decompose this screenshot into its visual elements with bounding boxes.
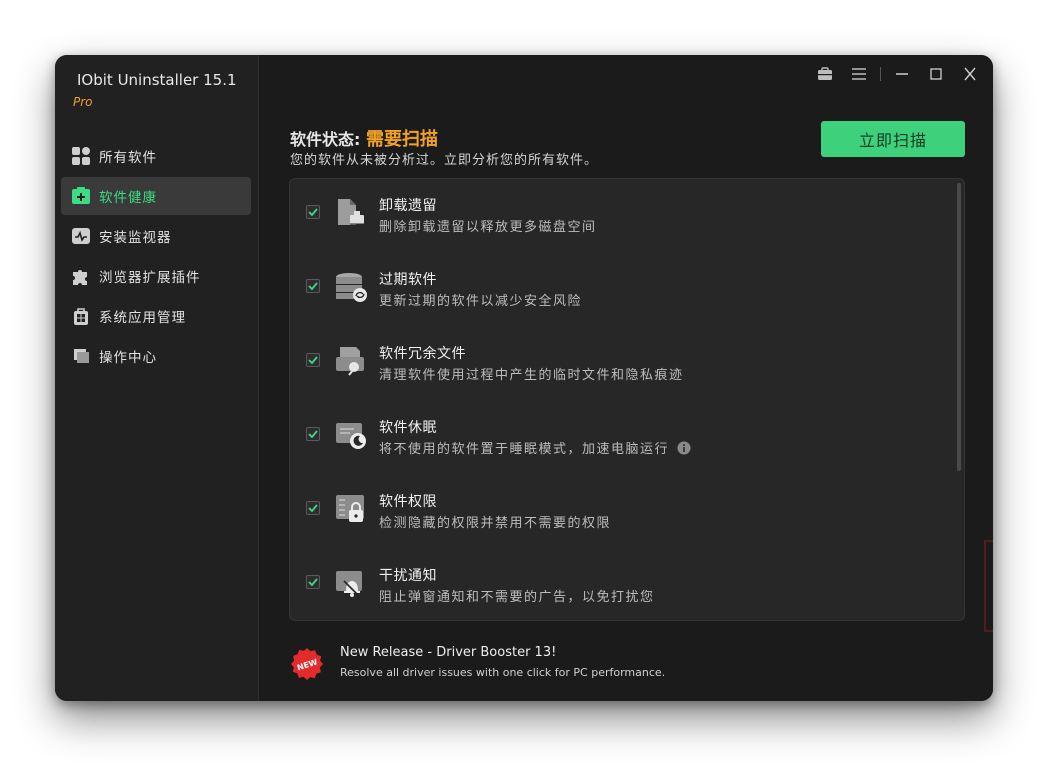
item-description: 检测隐藏的权限并禁用不需要的权限 (379, 516, 612, 531)
item-description-text: 将不使用的软件置于睡眠模式，加速电脑运行 (379, 442, 670, 457)
list-item[interactable]: 软件休眠 将不使用的软件置于睡眠模式，加速电脑运行 (290, 401, 950, 475)
list-item[interactable]: 软件权限 检测隐藏的权限并禁用不需要的权限 (290, 475, 950, 549)
windows-bag-icon (71, 306, 91, 326)
sidebar-item-label: 软件健康 (99, 190, 157, 206)
list-item[interactable]: 卸载遗留 删除卸载遗留以释放更多磁盘空间 (290, 179, 950, 253)
junk-files-icon (334, 345, 368, 377)
list-item[interactable]: 过期软件 更新过期的软件以减少安全风险 (290, 253, 950, 327)
list-item[interactable]: 干扰通知 阻止弹窗通知和不需要的广告，以免打扰您 (290, 549, 950, 620)
sidebar-item-action-center[interactable]: 操作中心 (61, 337, 251, 375)
item-checkbox[interactable] (306, 501, 320, 515)
scrollbar[interactable] (957, 183, 961, 471)
outdated-software-icon (334, 271, 368, 303)
sidebar-item-label: 系统应用管理 (99, 310, 186, 326)
sidebar-item-label: 所有软件 (99, 150, 157, 166)
sidebar-item-install-monitor[interactable]: 安装监视器 (61, 217, 251, 255)
app-title: IObit Uninstaller 15.1 (77, 71, 237, 89)
notification-block-icon (334, 567, 368, 599)
maximize-button[interactable] (925, 63, 947, 85)
item-title: 干扰通知 (379, 568, 437, 584)
item-checkbox[interactable] (306, 279, 320, 293)
promo-title[interactable]: New Release - Driver Booster 13! (340, 645, 556, 660)
health-items-panel: 卸载遗留 删除卸载遗留以释放更多磁盘空间 过期软件 更新过期的软件以减少安全风险 (289, 178, 965, 621)
sidebar: IObit Uninstaller 15.1 Pro 所有软件 软件健康 安装监… (55, 55, 259, 701)
minimize-button[interactable] (891, 63, 913, 85)
puzzle-icon (71, 266, 91, 286)
info-icon[interactable] (677, 441, 691, 455)
item-title: 软件冗余文件 (379, 346, 466, 362)
menu-icon[interactable] (848, 63, 870, 85)
item-title: 过期软件 (379, 272, 437, 288)
main-content: 贝塔 软件状态: 需要扫描 您的软件从未被分析过。立即分析您的所有软件。 (259, 55, 993, 701)
list-item[interactable]: 软件冗余文件 清理软件使用过程中产生的临时文件和隐私痕迹 (290, 327, 950, 401)
flag-icon (71, 346, 91, 366)
item-checkbox[interactable] (306, 205, 320, 219)
sidebar-item-browser-extensions[interactable]: 浏览器扩展插件 (61, 257, 251, 295)
sidebar-item-label: 安装监视器 (99, 230, 172, 246)
item-checkbox[interactable] (306, 575, 320, 589)
residual-files-icon (334, 197, 368, 229)
item-description: 阻止弹窗通知和不需要的广告，以免打扰您 (379, 590, 655, 605)
item-title: 软件休眠 (379, 420, 437, 436)
promo-subtitle: Resolve all driver issues with one click… (340, 666, 666, 679)
app-window: IObit Uninstaller 15.1 Pro 所有软件 软件健康 安装监… (55, 55, 993, 701)
health-kit-icon (71, 186, 91, 206)
status-description: 您的软件从未被分析过。立即分析您的所有软件。 (290, 153, 599, 168)
software-status: 软件状态: 需要扫描 (290, 125, 438, 151)
item-description: 清理软件使用过程中产生的临时文件和隐私痕迹 (379, 368, 684, 383)
sidebar-item-all-software[interactable]: 所有软件 (61, 137, 251, 175)
toolbox-icon[interactable] (814, 63, 836, 85)
sidebar-nav: 所有软件 软件健康 安装监视器 浏览器扩展插件 系统应用管理 操作中心 (61, 137, 251, 377)
item-title: 软件权限 (379, 494, 437, 510)
item-title: 卸载遗留 (379, 198, 437, 214)
sleep-mode-icon (334, 419, 368, 451)
item-checkbox[interactable] (306, 427, 320, 441)
monitor-icon (71, 226, 91, 246)
item-description: 将不使用的软件置于睡眠模式，加速电脑运行 (379, 438, 691, 457)
controls-divider (880, 67, 881, 81)
window-controls (814, 63, 981, 85)
app-edition: Pro (73, 95, 93, 109)
close-button[interactable] (959, 63, 981, 85)
item-checkbox[interactable] (306, 353, 320, 367)
new-badge-icon[interactable]: NEW (290, 647, 324, 681)
sidebar-item-label: 浏览器扩展插件 (99, 270, 201, 286)
sidebar-item-software-health[interactable]: 软件健康 (61, 177, 251, 215)
sidebar-item-label: 操作中心 (99, 350, 157, 366)
item-description: 更新过期的软件以减少安全风险 (379, 294, 583, 309)
sidebar-item-system-apps[interactable]: 系统应用管理 (61, 297, 251, 335)
status-value: 需要扫描 (365, 129, 438, 150)
permission-lock-icon (334, 493, 368, 525)
item-description: 删除卸载遗留以释放更多磁盘空间 (379, 220, 597, 235)
watermark-stamp: 贝塔 (984, 540, 993, 632)
scan-now-button[interactable]: 立即扫描 (821, 121, 965, 157)
grid-icon (71, 146, 91, 166)
status-label: 软件状态: (290, 130, 366, 149)
